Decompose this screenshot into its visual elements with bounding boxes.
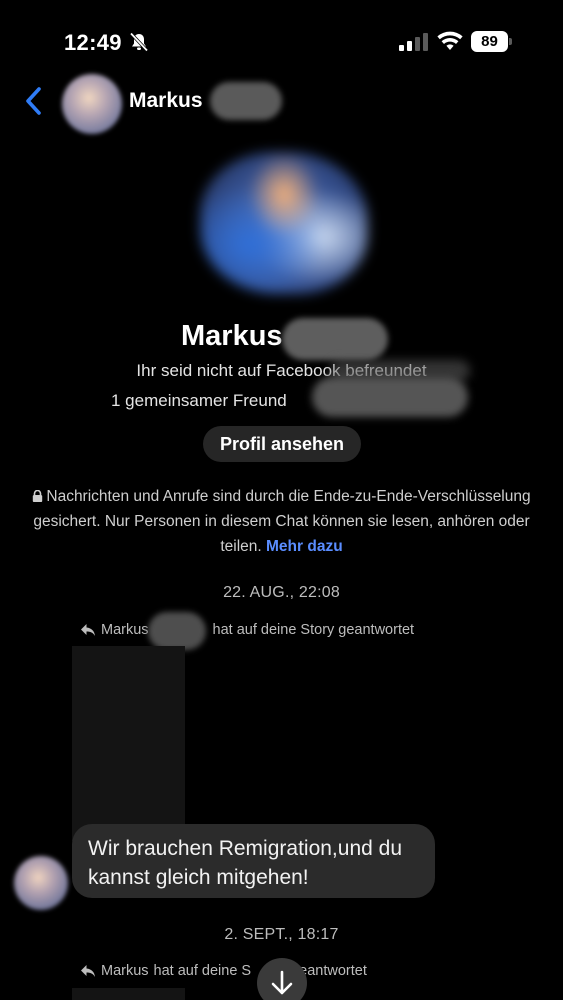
redaction-blur	[282, 318, 388, 360]
chat-header: Markus	[0, 68, 563, 138]
message-timestamp: 2. SEPT., 18:17	[224, 926, 339, 943]
encryption-notice: Nachrichten und Anrufe sind durch die En…	[28, 484, 535, 559]
view-profile-button[interactable]: Profil ansehen	[203, 426, 361, 462]
battery-tip	[509, 38, 512, 45]
more-info-link[interactable]: Mehr dazu	[266, 538, 343, 555]
redaction-blur	[148, 612, 206, 650]
profile-name: Markus	[181, 320, 283, 352]
story-reply-name: Markus	[101, 622, 149, 638]
story-reply-text-start: hat auf deine S	[153, 963, 252, 979]
battery-level: 89	[471, 31, 508, 52]
bell-slash-icon	[129, 32, 149, 52]
story-reply-text: hat auf deine Story geantwortet	[212, 622, 415, 638]
wifi-icon	[437, 31, 463, 50]
header-avatar[interactable]	[62, 74, 122, 134]
story-reply-name: Markus	[101, 963, 149, 979]
redaction-blur	[210, 82, 282, 120]
message-bubble[interactable]: Wir brauchen Remigration,und du kannst g…	[72, 824, 435, 898]
story-preview[interactable]	[72, 988, 185, 1000]
chevron-left-icon[interactable]	[22, 86, 46, 116]
message-timestamp: 22. AUG., 22:08	[223, 584, 340, 601]
story-reply-label: Markus hat auf deine Story geantwortet	[80, 622, 414, 638]
reply-icon	[81, 965, 95, 977]
friend-status-text: Ihr seid nicht auf Facebook befreundet	[136, 361, 427, 380]
scroll-down-button[interactable]	[257, 958, 307, 1000]
story-reply-label: Markus hat auf deine S geantwortet	[80, 963, 367, 979]
lock-icon	[33, 490, 43, 502]
reply-icon	[81, 624, 95, 636]
story-preview[interactable]	[72, 646, 185, 841]
status-time: 12:49	[64, 30, 122, 55]
battery-icon: 89	[471, 31, 513, 52]
sender-avatar[interactable]	[14, 856, 68, 910]
arrow-down-icon	[271, 970, 293, 995]
mutual-friends-text: 1 gemeinsamer Freund	[111, 391, 287, 410]
redaction-blur	[312, 377, 468, 417]
header-contact-name[interactable]: Markus	[129, 89, 203, 113]
profile-photo[interactable]	[200, 152, 368, 294]
signal-icon	[399, 33, 428, 51]
